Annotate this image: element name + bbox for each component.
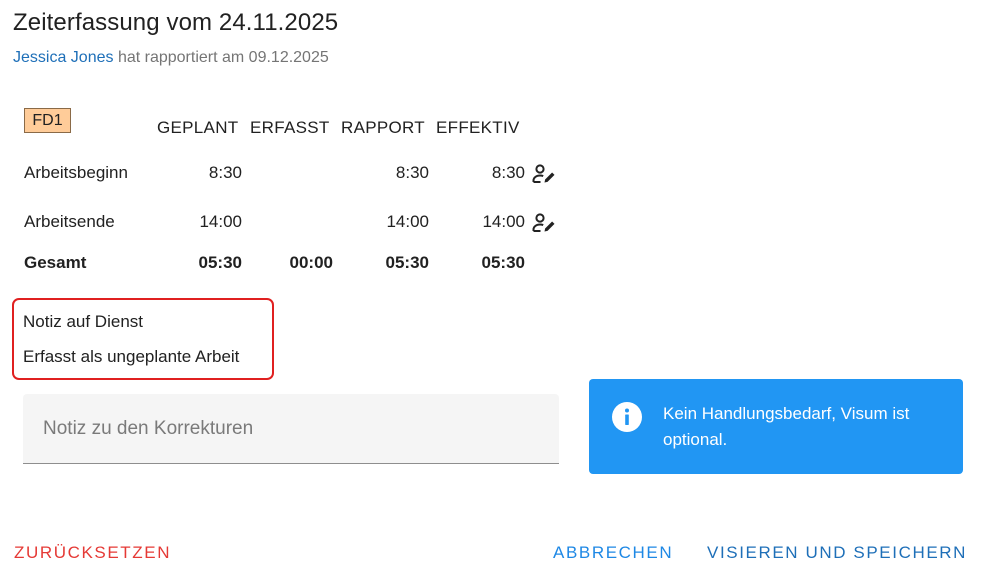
duty-note-highlight	[12, 298, 274, 380]
row-label: Arbeitsbeginn	[24, 163, 128, 182]
cell-geplant: 14:00	[199, 212, 242, 231]
total-effektiv: 05:30	[481, 253, 525, 272]
total-erfasst: 00:00	[289, 253, 333, 272]
column-header-effektiv: EFFEKTIV	[436, 118, 520, 137]
total-rapport: 05:30	[385, 253, 429, 272]
cell-effektiv: 14:00	[482, 212, 525, 231]
approve-and-save-button[interactable]: VISIEREN UND SPEICHERN	[707, 543, 967, 563]
page-title: Zeiterfassung vom 24.11.2025	[13, 9, 339, 36]
reset-button[interactable]: ZURÜCKSETZEN	[14, 543, 171, 563]
column-header-geplant: GEPLANT	[157, 118, 239, 137]
row-label: Arbeitsende	[24, 212, 115, 231]
reported-date-text: hat rapportiert am 09.12.2025	[113, 49, 329, 66]
total-label: Gesamt	[24, 253, 87, 272]
total-geplant: 05:30	[198, 253, 242, 272]
info-alert-text: Kein Handlungsbedarf, Visum ist optional…	[663, 404, 910, 449]
column-header-erfasst: ERFASST	[250, 118, 330, 137]
column-header-rapport: RAPPORT	[341, 118, 425, 137]
info-alert: Kein Handlungsbedarf, Visum ist optional…	[589, 379, 963, 474]
duty-note-detail: Erfasst als ungeplante Arbeit	[23, 347, 240, 366]
info-icon	[612, 402, 642, 432]
cell-rapport: 14:00	[386, 212, 429, 231]
edit-person-icon[interactable]	[532, 163, 556, 185]
edit-person-icon[interactable]	[532, 212, 556, 234]
report-info: Jessica Jones hat rapportiert am 09.12.2…	[13, 48, 329, 68]
duty-note-title: Notiz auf Dienst	[23, 312, 143, 331]
cell-rapport: 8:30	[395, 163, 429, 182]
correction-note-field	[23, 394, 559, 464]
cell-effektiv: 8:30	[491, 163, 525, 182]
user-link[interactable]: Jessica Jones	[13, 49, 114, 66]
cancel-button[interactable]: ABBRECHEN	[553, 543, 673, 563]
cell-geplant: 8:30	[208, 163, 242, 182]
shift-badge: FD1	[24, 108, 71, 133]
correction-note-input[interactable]	[23, 394, 559, 463]
